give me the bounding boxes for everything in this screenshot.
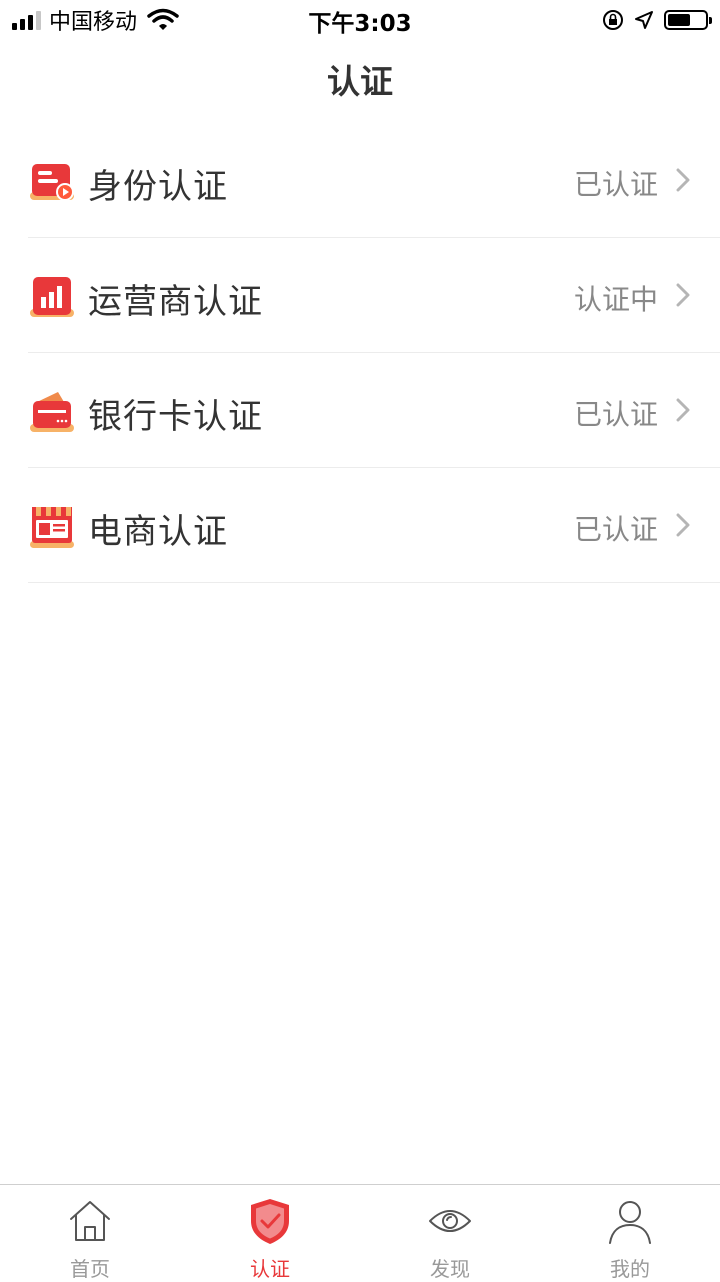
carrier-chart-icon [30,277,74,317]
status-bar: 中国移动 下午3:03 [0,0,720,40]
item-status: 已认证 [573,398,658,431]
id-card-icon [30,164,74,201]
tab-discover[interactable]: 发现 [360,1185,540,1281]
item-label: 电商认证 [88,512,228,552]
item-label: 银行卡认证 [88,397,263,437]
list-item-bank-card[interactable]: 银行卡认证 已认证 [28,353,720,468]
tab-label: 发现 [430,1257,470,1281]
tab-label: 首页 [70,1257,110,1281]
user-icon [609,1201,651,1244]
tab-home[interactable]: 首页 [0,1185,180,1281]
chevron-right-icon [676,283,690,307]
shield-check-icon [251,1199,289,1244]
list-item-identity[interactable]: 身份认证 已认证 [28,123,720,238]
home-icon [70,1201,110,1241]
battery-icon [664,10,712,30]
item-label: 运营商认证 [88,282,263,322]
chevron-right-icon [676,398,690,422]
verification-list: 身份认证 已认证 运营商认证 认证中 银行卡认证 已认证 电商认证 已认证 [0,123,720,583]
tab-mine[interactable]: 我的 [540,1185,720,1281]
eye-icon [429,1210,471,1232]
tab-label: 认证 [250,1257,290,1281]
list-item-ecommerce[interactable]: 电商认证 已认证 [28,468,720,583]
item-label: 身份认证 [88,167,228,207]
item-status: 已认证 [573,513,658,546]
shop-storefront-icon [30,507,74,548]
location-arrow-icon [635,11,653,29]
page-title: 认证 [327,62,393,101]
chevron-right-icon [676,513,690,537]
list-item-carrier[interactable]: 运营商认证 认证中 [28,238,720,353]
item-status: 已认证 [573,168,658,201]
tab-label: 我的 [610,1257,650,1281]
chevron-right-icon [676,168,690,192]
tab-bar: 首页 认证 发现 我的 [0,1184,720,1281]
rotation-lock-icon [603,10,623,30]
tab-verification[interactable]: 认证 [180,1185,360,1281]
bank-card-wallet-icon [30,392,74,432]
item-status: 认证中 [573,283,658,316]
